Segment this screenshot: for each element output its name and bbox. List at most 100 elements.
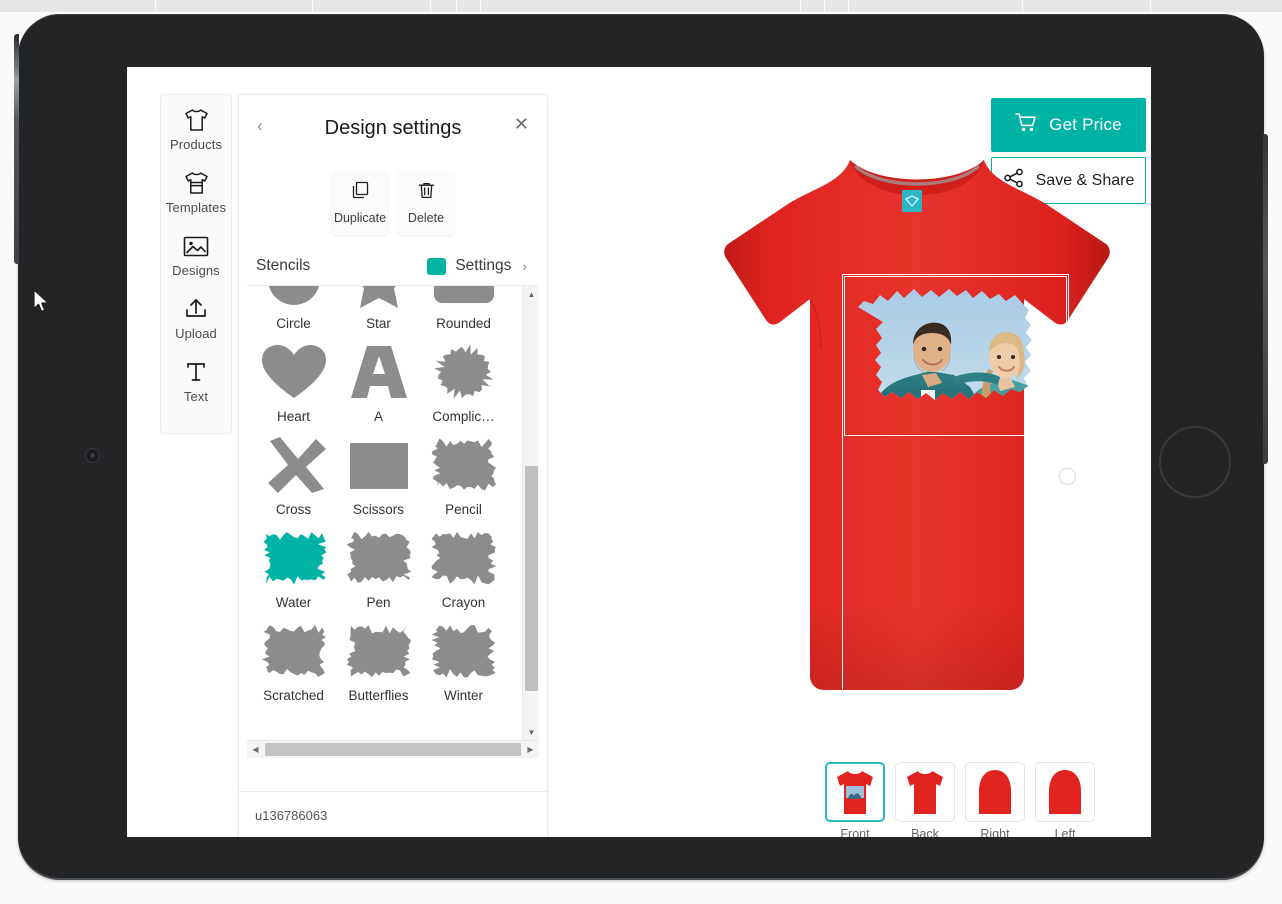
stencil-label: Butterflies bbox=[348, 688, 409, 703]
stencil-shape-icon bbox=[251, 521, 336, 594]
design-action-row: Duplicate Delete bbox=[239, 171, 547, 235]
home-button[interactable] bbox=[1159, 426, 1231, 498]
panel-footer: u136786063 bbox=[239, 791, 547, 837]
stencil-shape-icon bbox=[336, 521, 421, 594]
view-thumbnail-back[interactable]: Back bbox=[895, 762, 955, 837]
tab-divider bbox=[155, 0, 156, 12]
stencil-shape-icon bbox=[421, 521, 506, 594]
duplicate-label: Duplicate bbox=[333, 211, 387, 225]
stencil-shape-icon bbox=[421, 614, 506, 687]
stencil-grid-scroll: Circle Star Rounded Heart A Complic… Cross Scis… bbox=[247, 286, 506, 707]
sidebar-item-label: Templates bbox=[165, 200, 227, 215]
stencil-item[interactable]: Circle bbox=[251, 286, 336, 335]
stencil-shape-icon bbox=[251, 286, 336, 315]
stencil-item[interactable]: Water bbox=[251, 521, 336, 614]
view-thumbnail-image[interactable] bbox=[965, 762, 1025, 822]
stencil-item[interactable]: Crayon bbox=[421, 521, 506, 614]
stencil-item[interactable]: Butterflies bbox=[336, 614, 421, 707]
view-thumbnail-image[interactable] bbox=[895, 762, 955, 822]
color-swatch[interactable] bbox=[427, 257, 447, 275]
sidebar-item-products[interactable]: Products bbox=[160, 106, 232, 152]
camera-icon bbox=[85, 448, 100, 463]
stencil-settings-button[interactable]: Settings › bbox=[427, 257, 527, 275]
stencil-label: Heart bbox=[276, 409, 310, 424]
browser-tab-strip bbox=[0, 0, 1282, 12]
tab-divider bbox=[430, 0, 431, 12]
stencil-label: Pencil bbox=[445, 502, 482, 517]
scroll-left-arrow-icon[interactable]: ◀ bbox=[247, 741, 264, 759]
stencil-label: A bbox=[373, 409, 383, 424]
stencil-label: Complic… bbox=[432, 409, 495, 424]
tshirt-stack-icon bbox=[183, 169, 210, 197]
panel-header: ‹ Design settings ✕ bbox=[239, 95, 547, 161]
sidebar-item-upload[interactable]: Upload bbox=[160, 295, 232, 341]
sidebar-item-label: Text bbox=[183, 389, 209, 404]
svg-text:COM...: COM... bbox=[913, 420, 941, 427]
stencil-item[interactable]: Star bbox=[336, 286, 421, 335]
stencil-item[interactable]: Pen bbox=[336, 521, 421, 614]
close-icon[interactable]: ✕ bbox=[514, 115, 529, 133]
view-thumbnail-label: Back bbox=[911, 827, 939, 837]
stencil-item[interactable]: Cross bbox=[251, 428, 336, 521]
horizontal-scrollbar-thumb[interactable] bbox=[265, 742, 521, 756]
stencil-item[interactable]: Winter bbox=[421, 614, 506, 707]
view-thumbnail-label: Left bbox=[1054, 827, 1076, 837]
sidebar-item-templates[interactable]: Templates bbox=[160, 169, 232, 215]
stencil-shape-icon bbox=[421, 335, 506, 408]
stencil-shape-icon bbox=[336, 335, 421, 408]
view-thumbnail-front[interactable]: Front bbox=[825, 762, 885, 837]
settings-label: Settings bbox=[455, 257, 512, 274]
duplicate-button[interactable]: Duplicate bbox=[332, 171, 388, 235]
stencil-label: Circle bbox=[276, 316, 311, 331]
stencil-item[interactable]: Pencil bbox=[421, 428, 506, 521]
upload-icon bbox=[183, 295, 209, 323]
sidebar-item-label: Products bbox=[169, 137, 223, 152]
stencil-item[interactable]: Scissors bbox=[336, 428, 421, 521]
stencil-label: Star bbox=[366, 316, 391, 331]
stencil-label: Rounded bbox=[436, 316, 491, 331]
tshirt-mockup[interactable] bbox=[722, 152, 1112, 712]
stencil-label: Water bbox=[275, 595, 312, 610]
scroll-down-arrow-icon[interactable]: ▼ bbox=[523, 724, 539, 740]
view-thumbnail-right[interactable]: Right bbox=[965, 762, 1025, 837]
sidebar-item-designs[interactable]: Designs bbox=[160, 232, 232, 278]
stencil-label: Scissors bbox=[352, 502, 404, 517]
duplicate-icon bbox=[351, 181, 370, 205]
stencil-label: Winter bbox=[443, 688, 483, 703]
stencils-label: Stencils bbox=[256, 257, 311, 274]
back-icon[interactable]: ‹ bbox=[257, 117, 263, 134]
vertical-scrollbar-thumb[interactable] bbox=[525, 466, 538, 691]
tablet-device-frame: Products Templates Designs Upload Text ‹… bbox=[14, 14, 1268, 878]
view-thumbnail-label: Front bbox=[840, 827, 870, 837]
stencil-item[interactable]: Scratched bbox=[251, 614, 336, 707]
view-thumbnail-image[interactable] bbox=[825, 762, 885, 822]
design-settings-panel: ‹ Design settings ✕ Duplicate Delete Ste… bbox=[238, 94, 548, 837]
view-thumbnail-label: Right bbox=[980, 827, 1010, 837]
view-thumbnail-image[interactable] bbox=[1035, 762, 1095, 822]
design-photo-stencil[interactable]: COM... bbox=[850, 283, 1061, 429]
sidebar-item-text[interactable]: Text bbox=[160, 358, 232, 404]
stencil-shape-icon bbox=[421, 428, 506, 501]
tshirt-icon bbox=[183, 106, 210, 134]
stencil-vertical-scrollbar[interactable]: ▲ ▼ bbox=[522, 286, 539, 740]
stencil-item[interactable]: A bbox=[336, 335, 421, 428]
scroll-up-arrow-icon[interactable]: ▲ bbox=[523, 286, 539, 303]
view-thumbnail-left[interactable]: Left bbox=[1035, 762, 1095, 837]
trash-icon bbox=[417, 181, 436, 205]
resize-handle[interactable] bbox=[1060, 469, 1075, 484]
tab-divider bbox=[1022, 0, 1023, 12]
stencil-shape-icon bbox=[336, 286, 421, 315]
stencil-horizontal-scrollbar[interactable]: ◀ ▶ bbox=[247, 740, 539, 758]
scroll-right-arrow-icon[interactable]: ▶ bbox=[522, 741, 539, 759]
stencil-item[interactable]: Rounded bbox=[421, 286, 506, 335]
horizontal-scrollbar-track[interactable] bbox=[264, 741, 522, 759]
stencil-grid-viewport: Circle Star Rounded Heart A Complic… Cross Scis… bbox=[247, 285, 539, 740]
delete-button[interactable]: Delete bbox=[398, 171, 454, 235]
stencils-section-bar: Stencils Settings › bbox=[239, 235, 547, 285]
tab-divider bbox=[848, 0, 849, 12]
product-canvas[interactable]: COM... Front Back Right Left bbox=[557, 107, 1151, 837]
stencil-item[interactable]: Complic… bbox=[421, 335, 506, 428]
stencil-item[interactable]: Heart bbox=[251, 335, 336, 428]
tab-divider bbox=[312, 0, 313, 12]
tab-divider bbox=[456, 0, 457, 12]
